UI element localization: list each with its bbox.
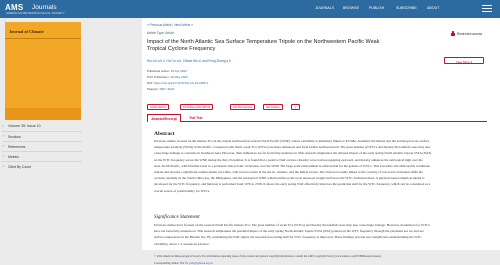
nav-journals[interactable]: JOURNALS [315, 6, 334, 10]
chevron-right-icon: › [3, 164, 5, 168]
chevron-right-icon: › [3, 144, 5, 148]
article-title: Impact of the North Atlantic Sea Surface… [147, 39, 380, 53]
significance-body: Previous studies have focused on the wes… [154, 223, 430, 246]
previous-article-link[interactable]: « Previous Article [147, 23, 172, 27]
hamburger-menu-icon[interactable] [482, 5, 492, 13]
get-citation-button[interactable]: Get Citation [263, 104, 283, 110]
print-publication: Print Publication: 15 May 2022 [147, 75, 188, 79]
get-permissions-button[interactable]: Get Permissions [230, 104, 256, 110]
access-status: Restricted access [457, 32, 483, 36]
abstract-body: Previous studies focused on the intense … [154, 139, 432, 193]
abstract-heading: Abstract [154, 131, 175, 137]
article-main: « Previous Article | Next Article » Arti… [142, 18, 500, 265]
author-list[interactable]: Rui Lin a b c, Hui Yu a b, Zhiwei Wu d, … [147, 59, 231, 63]
published-online: Published online: 15 Apr 2022 [147, 69, 187, 73]
purchase-article-button[interactable]: Purchase article $25.00 [180, 104, 214, 110]
page-range: Page(s): 3007–3024 [147, 87, 175, 91]
significance-heading: Significance Statement [154, 215, 200, 220]
article-pager: « Previous Article | Next Article » [147, 23, 194, 27]
next-article-link[interactable]: Next Article » [174, 23, 193, 27]
nav-about[interactable]: ABOUT [427, 6, 439, 10]
chevron-left-icon: ‹ [2, 124, 4, 128]
sidebar-item-references[interactable]: › References [2, 141, 82, 151]
copyright-notice: © 2022 American Meteorological Society. … [154, 255, 382, 258]
chevron-right-icon: › [3, 154, 5, 158]
sidebar-item-label: Metrics [8, 154, 19, 159]
sidebar-item-metrics[interactable]: › Metrics [2, 151, 82, 161]
cover-strip [5, 108, 81, 120]
article-type: Article Type: Article [147, 31, 175, 35]
sidebar-item-cited-by[interactable]: › Cited By Count [2, 161, 82, 171]
lock-icon [451, 31, 455, 36]
tab-abstract[interactable]: Abstract/Excerpt [147, 114, 181, 122]
sidebar-item-sections[interactable]: › Sections [2, 131, 82, 141]
sidebar-item-label: References [8, 144, 26, 149]
nav-browse[interactable]: BROWSE [343, 6, 359, 10]
cover-title: Journal of Climate [9, 29, 44, 34]
sidebar-item-label: Sections [8, 134, 22, 139]
view-more-button[interactable]: View More ▾ [444, 57, 484, 64]
site-header: AMS AMERICAN METEOROLOGICAL SOCIETY Jour… [0, 0, 500, 18]
journal-cover[interactable]: Journal of Climate [5, 22, 81, 120]
article-type-value: Article [165, 31, 175, 35]
tab-full-text[interactable]: Full Text [185, 114, 207, 122]
sidebar-item-label: Cited By Count [8, 164, 31, 169]
nav-publish[interactable]: PUBLISH [369, 6, 384, 10]
ams-logo-subtitle: AMERICAN METEOROLOGICAL SOCIETY [6, 11, 65, 15]
chevron-right-icon: › [3, 134, 5, 138]
doi: DOI: https://doi.org/10.1175/JCLI-D-21-0… [147, 81, 209, 85]
doi-link[interactable]: https://doi.org/10.1175/JCLI-D-21-0269.1 [154, 81, 208, 85]
cover-divider [5, 38, 81, 39]
content-tabs: Abstract/Excerpt Full Text [147, 114, 487, 122]
journals-brand[interactable]: Journals [32, 4, 57, 11]
volume-issue-link[interactable]: Volume 35: Issue 10 [8, 124, 41, 128]
share-icon[interactable]: ⤴ [291, 104, 300, 110]
nav-subscribe[interactable]: SUBSCRIBE [396, 6, 417, 10]
article-history-button[interactable]: Article History [147, 104, 169, 110]
